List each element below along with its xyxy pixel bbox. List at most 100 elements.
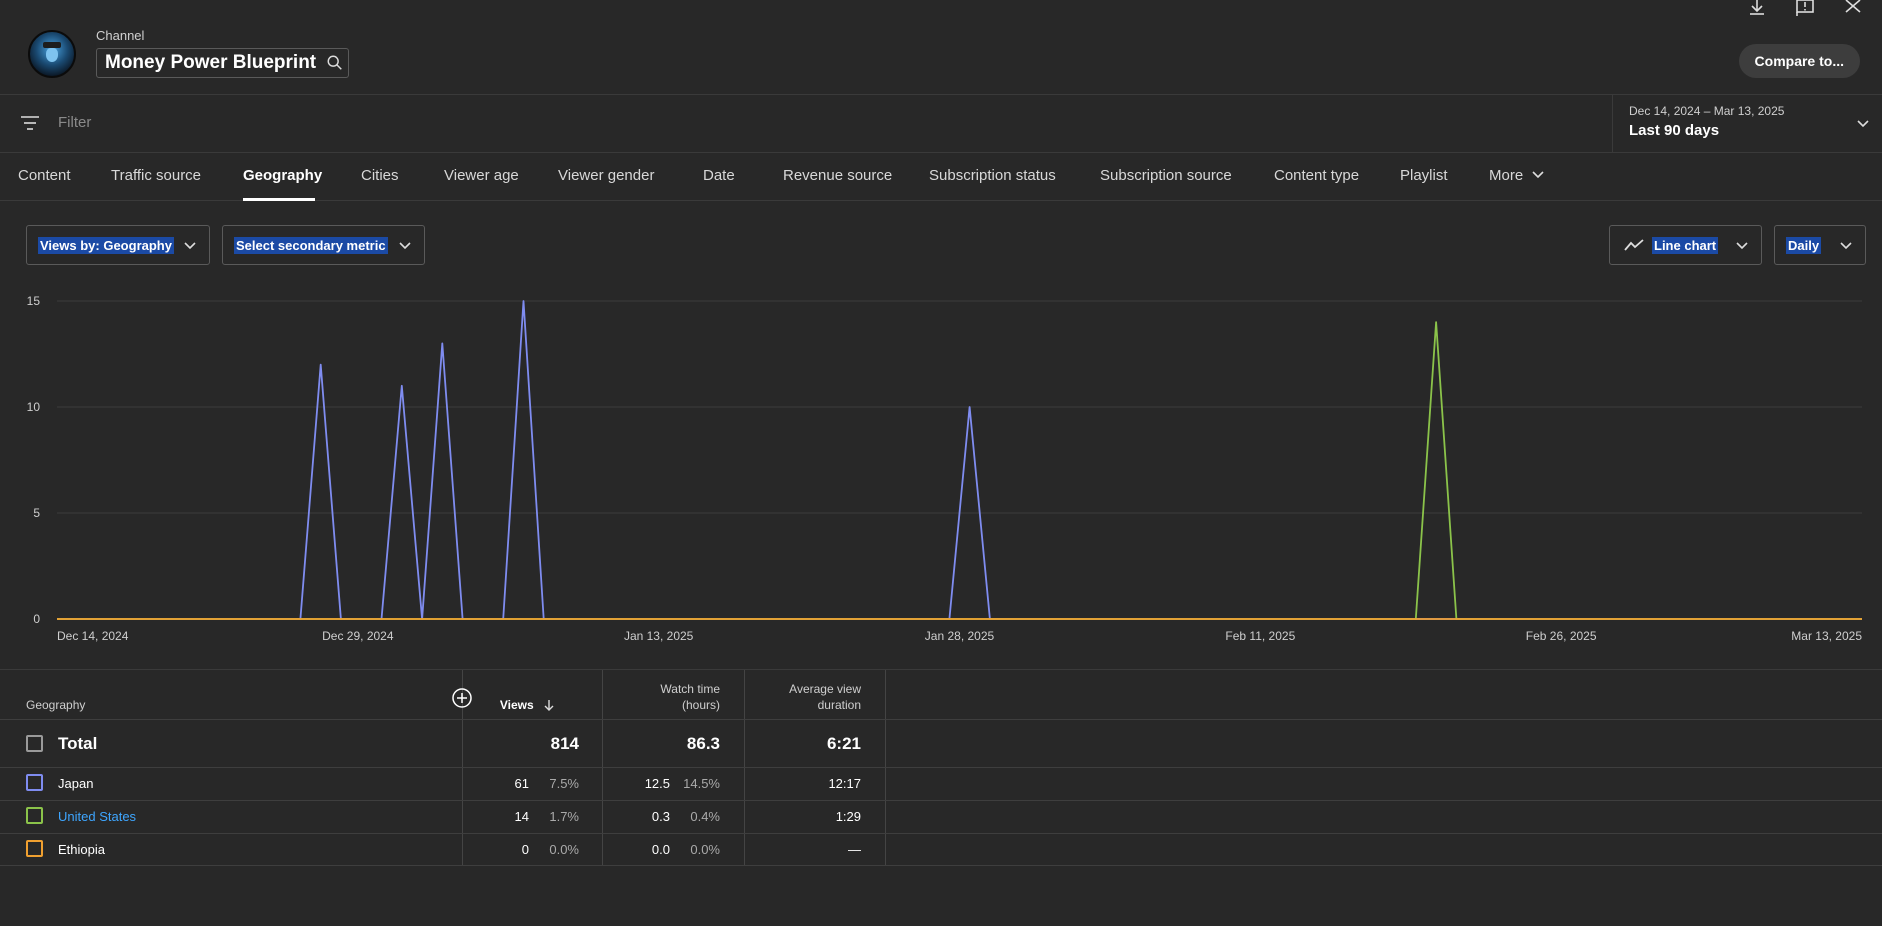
row-name-ethiopia: Ethiopia xyxy=(58,842,105,857)
ethiopia-views: 0 xyxy=(521,842,529,857)
divider xyxy=(0,833,1882,834)
chevron-down-icon xyxy=(184,242,196,250)
geography-table: Geography Views Watch time (hours) Avera… xyxy=(0,669,1882,926)
japan-watch-pct: 14.5% xyxy=(683,776,720,791)
channel-avatar[interactable] xyxy=(28,30,76,78)
channel-selector[interactable]: Money Power Blueprint xyxy=(96,48,349,78)
primary-metric-value: Views by: Geography xyxy=(38,236,174,254)
tab-playlist[interactable]: Playlist xyxy=(1400,167,1448,184)
primary-metric-select[interactable]: Views by: Geography xyxy=(26,225,210,265)
tab-more[interactable]: More xyxy=(1489,167,1545,184)
series-line-united-states xyxy=(57,321,1862,620)
filter-bar: Filter Dec 14, 2024 – Mar 13, 2025 Last … xyxy=(0,95,1882,153)
header-avg-line1: Average view xyxy=(789,682,861,696)
total-avg-duration: 6:21 xyxy=(826,734,861,753)
divider xyxy=(0,719,1882,720)
y-tick-label: 10 xyxy=(27,400,41,414)
tab-content-type[interactable]: Content type xyxy=(1274,167,1359,184)
period-label: Last 90 days xyxy=(1629,122,1720,139)
chart-type-select[interactable]: Line chart xyxy=(1609,225,1762,265)
interval-select[interactable]: Daily xyxy=(1774,225,1866,265)
checkbox-united-states[interactable] xyxy=(26,807,43,824)
views-line-chart[interactable]: 0 5 10 15 Dec 14, 2024 Dec 29, 2024 Jan 13, 20… xyxy=(0,290,1882,660)
ethiopia-avg: — xyxy=(848,842,861,857)
header-views-label: Views xyxy=(499,698,534,712)
search-icon[interactable] xyxy=(326,54,344,72)
chevron-down-icon xyxy=(1857,120,1869,128)
header-avg-view-duration[interactable]: Average view duration xyxy=(789,681,861,713)
sort-down-icon xyxy=(544,700,554,711)
tab-content[interactable]: Content xyxy=(18,167,71,184)
download-icon[interactable] xyxy=(1746,0,1768,16)
japan-watch: 12.5 xyxy=(644,776,670,791)
window-actions xyxy=(1746,0,1864,16)
us-watch: 0.3 xyxy=(651,809,670,824)
tab-geography[interactable]: Geography xyxy=(243,167,322,184)
tab-revenue-source[interactable]: Revenue source xyxy=(783,167,892,184)
row-name-united-states[interactable]: United States xyxy=(58,809,136,824)
y-tick-label: 0 xyxy=(33,612,40,626)
filter-input[interactable]: Filter xyxy=(58,114,91,131)
avatar-face xyxy=(46,48,58,62)
us-avg: 1:29 xyxy=(835,809,861,824)
japan-views: 61 xyxy=(514,776,529,791)
checkbox-total[interactable] xyxy=(26,735,43,752)
close-icon[interactable] xyxy=(1842,0,1864,16)
x-tick-label: Jan 28, 2025 xyxy=(925,629,995,643)
series-line-japan xyxy=(57,300,1862,620)
x-tick-label: Feb 26, 2025 xyxy=(1526,629,1597,643)
tab-viewer-gender[interactable]: Viewer gender xyxy=(558,167,654,184)
header-avg-line2: duration xyxy=(817,698,861,712)
date-range-picker[interactable]: Dec 14, 2024 – Mar 13, 2025 Last 90 days xyxy=(1612,95,1882,153)
interval-value: Daily xyxy=(1786,236,1822,254)
chevron-down-icon xyxy=(1736,242,1748,250)
japan-views-pct: 7.5% xyxy=(549,776,579,791)
chevron-down-icon xyxy=(1532,171,1544,179)
y-tick-label: 15 xyxy=(27,294,41,308)
x-tick-label: Dec 14, 2024 xyxy=(57,629,129,643)
tab-subscription-status[interactable]: Subscription status xyxy=(929,167,1056,184)
x-tick-label: Mar 13, 2025 xyxy=(1791,629,1862,643)
secondary-metric-select[interactable]: Select secondary metric xyxy=(222,225,425,265)
dimension-tabs: Content Traffic source Geography Cities … xyxy=(0,153,1882,201)
row-name-total: Total xyxy=(58,734,98,753)
x-tick-label: Feb 11, 2025 xyxy=(1225,629,1295,643)
channel-name: Money Power Blueprint xyxy=(105,52,317,73)
filter-icon[interactable] xyxy=(20,115,40,131)
total-watch-time: 86.3 xyxy=(686,734,720,753)
tab-viewer-age[interactable]: Viewer age xyxy=(444,167,519,184)
x-tick-label: Jan 13, 2025 xyxy=(624,629,694,643)
tab-more-label: More xyxy=(1489,167,1524,184)
ethiopia-watch-pct: 0.0% xyxy=(690,842,720,857)
checkbox-japan[interactable] xyxy=(26,774,43,791)
chevron-down-icon xyxy=(1840,242,1852,250)
tab-cities[interactable]: Cities xyxy=(361,167,399,184)
header-watch-time-line2: (hours) xyxy=(681,698,720,712)
divider xyxy=(0,800,1882,801)
secondary-metric-value: Select secondary metric xyxy=(234,236,388,254)
divider xyxy=(0,767,1882,768)
ethiopia-views-pct: 0.0% xyxy=(549,842,579,857)
tab-date[interactable]: Date xyxy=(703,167,735,184)
add-column-icon[interactable] xyxy=(452,688,472,708)
chart-type-value: Line chart xyxy=(1652,236,1719,254)
us-views: 14 xyxy=(514,809,529,824)
header-geography[interactable]: Geography xyxy=(26,697,85,713)
date-range-text: Dec 14, 2024 – Mar 13, 2025 xyxy=(1629,104,1785,118)
x-tick-label: Dec 29, 2024 xyxy=(322,629,394,643)
checkbox-ethiopia[interactable] xyxy=(26,840,43,857)
tab-subscription-source[interactable]: Subscription source xyxy=(1100,167,1232,184)
header: Channel Money Power Blueprint Compare to… xyxy=(0,0,1882,95)
line-chart-icon xyxy=(1624,239,1644,251)
compare-button[interactable]: Compare to... xyxy=(1738,44,1860,78)
y-tick-label: 5 xyxy=(33,506,40,520)
us-watch-pct: 0.4% xyxy=(690,809,720,824)
feedback-icon[interactable] xyxy=(1794,0,1816,16)
header-watch-time[interactable]: Watch time (hours) xyxy=(660,681,720,713)
channel-label: Channel xyxy=(96,28,145,43)
total-views: 814 xyxy=(550,734,579,753)
tab-traffic-source[interactable]: Traffic source xyxy=(111,167,201,184)
japan-avg: 12:17 xyxy=(828,776,861,791)
active-tab-indicator xyxy=(243,198,315,201)
header-views[interactable]: Views xyxy=(500,697,555,713)
